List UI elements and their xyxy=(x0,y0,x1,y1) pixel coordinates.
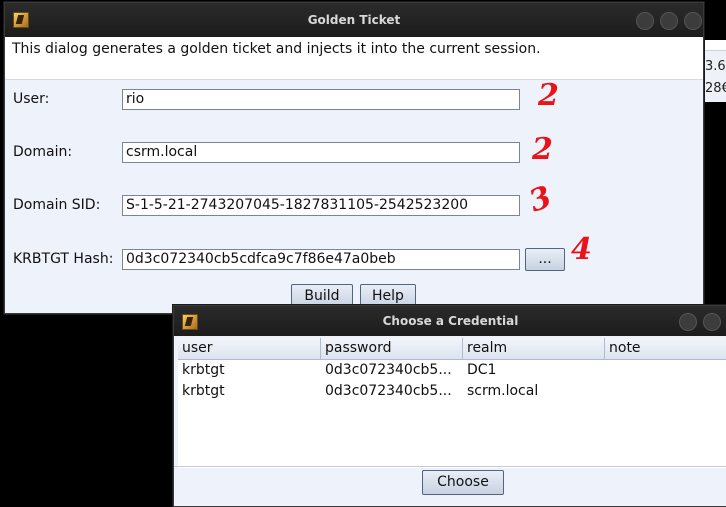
cell-password: 0d3c072340cb5... xyxy=(325,362,452,378)
cell-note xyxy=(605,360,726,381)
krbtgt-hash-label: KRBTGT Hash: xyxy=(13,251,114,267)
minimize-icon[interactable] xyxy=(679,313,697,331)
user-field[interactable]: rio xyxy=(122,89,520,110)
dialog-title: Golden Ticket xyxy=(307,13,401,27)
choose-button[interactable]: Choose xyxy=(422,470,504,495)
choose-credential-dialog: Choose a Credential user password realm … xyxy=(173,305,726,507)
domain-field[interactable]: csrm.local xyxy=(122,142,520,163)
golden-ticket-titlebar[interactable]: Golden Ticket xyxy=(5,3,703,37)
cell-realm: scrm.local xyxy=(467,383,539,399)
krbtgt-hash-field[interactable]: 0d3c072340cb5cdfca9c7f86e47a0beb xyxy=(122,249,520,270)
background-row-1: 3.6 xyxy=(705,59,726,74)
domain-sid-label: Domain SID: xyxy=(13,197,101,213)
annotation-krbtgt: 4 xyxy=(571,232,592,267)
credential-table: user password realm note krbtgt 0d3c0723… xyxy=(178,338,726,468)
maximize-icon[interactable] xyxy=(660,12,678,30)
table-header: user password realm note xyxy=(178,338,726,360)
column-header-password[interactable]: password xyxy=(321,338,463,359)
annotation-user: 2 xyxy=(538,78,559,113)
table-row[interactable]: krbtgt 0d3c072340cb5... scrm.local xyxy=(178,381,726,402)
cell-user: krbtgt xyxy=(182,383,225,399)
background-row-2: 28€ xyxy=(705,81,726,96)
credential-dialog-title: Choose a Credential xyxy=(382,314,519,328)
cell-realm: DC1 xyxy=(467,362,497,378)
close-icon[interactable] xyxy=(684,12,702,30)
cell-note xyxy=(605,381,726,402)
description-text: This dialog generates a golden ticket an… xyxy=(12,41,541,57)
golden-ticket-dialog: Golden Ticket This dialog generates a go… xyxy=(4,2,704,314)
description-panel: This dialog generates a golden ticket an… xyxy=(5,37,703,80)
browse-credential-button[interactable]: ... xyxy=(525,248,565,271)
cell-password: 0d3c072340cb5... xyxy=(325,383,452,399)
domain-sid-field[interactable]: S-1-5-21-2743207045-1827831105-254252320… xyxy=(122,195,520,216)
cell-user: krbtgt xyxy=(182,362,225,378)
column-header-realm[interactable]: realm xyxy=(463,338,605,359)
column-header-note[interactable]: note xyxy=(605,338,726,359)
user-label: User: xyxy=(13,91,50,107)
close-icon[interactable] xyxy=(703,313,721,331)
domain-label: Domain: xyxy=(13,144,73,160)
minimize-icon[interactable] xyxy=(636,12,654,30)
column-header-user[interactable]: user xyxy=(178,338,321,359)
footer-divider xyxy=(174,466,726,467)
annotation-domain: 2 xyxy=(532,132,553,167)
table-row[interactable]: krbtgt 0d3c072340cb5... DC1 xyxy=(178,360,726,381)
credential-titlebar[interactable]: Choose a Credential xyxy=(174,306,726,336)
